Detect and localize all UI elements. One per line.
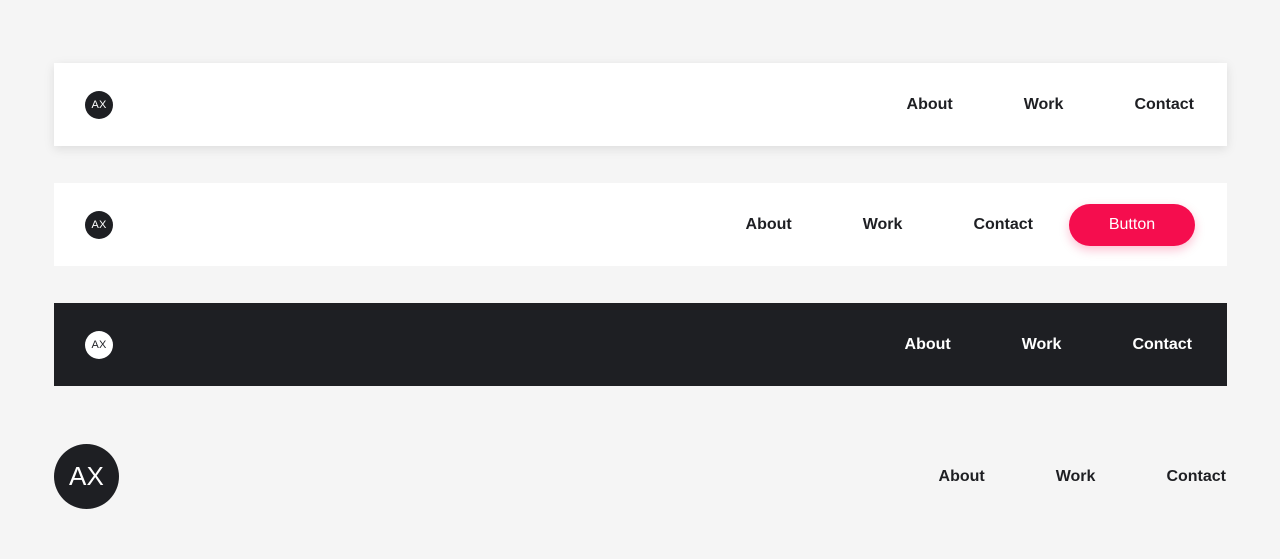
- nav-link-about[interactable]: About: [905, 336, 951, 354]
- navbar-light-shadow: AX About Work Contact: [54, 63, 1227, 146]
- navbar-light-with-button: AX About Work Contact Button: [54, 183, 1227, 266]
- nav-link-work[interactable]: Work: [863, 216, 903, 234]
- logo[interactable]: AX: [85, 211, 113, 239]
- nav-links: About Work Contact Button: [746, 183, 1195, 266]
- nav-link-work[interactable]: Work: [1024, 96, 1064, 114]
- nav-links: About Work Contact: [907, 63, 1194, 146]
- nav-link-work[interactable]: Work: [1056, 468, 1096, 486]
- logo[interactable]: AX: [85, 331, 113, 359]
- navbar-transparent: AX About Work Contact: [54, 435, 1227, 518]
- cta-button[interactable]: Button: [1069, 203, 1195, 246]
- nav-link-about[interactable]: About: [939, 468, 985, 486]
- nav-link-contact[interactable]: Contact: [1132, 336, 1192, 354]
- nav-link-work[interactable]: Work: [1022, 336, 1062, 354]
- nav-links: About Work Contact: [905, 303, 1192, 386]
- logo[interactable]: AX: [85, 91, 113, 119]
- nav-links: About Work Contact: [939, 435, 1226, 518]
- nav-link-contact[interactable]: Contact: [973, 216, 1033, 234]
- navbar-dark: AX About Work Contact: [54, 303, 1227, 386]
- nav-link-contact[interactable]: Contact: [1134, 96, 1194, 114]
- logo-large[interactable]: AX: [54, 444, 119, 509]
- nav-link-contact[interactable]: Contact: [1166, 468, 1226, 486]
- nav-link-about[interactable]: About: [907, 96, 953, 114]
- nav-link-about[interactable]: About: [746, 216, 792, 234]
